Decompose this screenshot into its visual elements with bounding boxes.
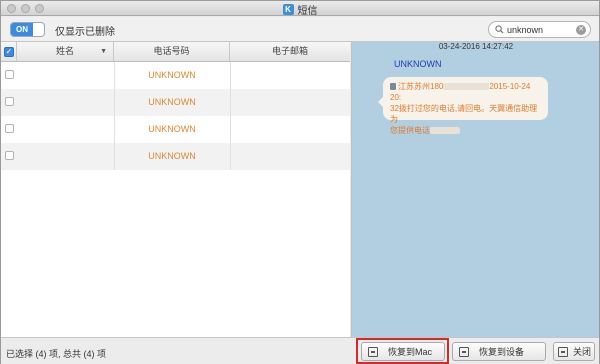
row-checkbox[interactable] xyxy=(5,97,14,106)
message-date: 03-24-2016 14:27:42 xyxy=(438,42,514,51)
column-divider xyxy=(230,62,231,89)
search-icon xyxy=(495,25,504,34)
message-sender: UNKNOWN xyxy=(394,59,442,69)
header-phone[interactable]: 电话号码 xyxy=(114,42,230,61)
search-box[interactable]: ✕ xyxy=(488,21,591,38)
header-name[interactable]: 姓名 ▼ xyxy=(17,42,114,61)
app-icon: K xyxy=(282,4,294,15)
message-text-part3: 32拨打过您的电话,请回电。天翼通信助理为 xyxy=(390,104,538,124)
deleted-only-label: 仅显示已删除 xyxy=(55,27,115,38)
restore-to-device-button[interactable]: 恢复到设备 xyxy=(452,342,546,361)
title-bar: K 短信 xyxy=(1,1,599,17)
table-row[interactable]: UNKNOWN xyxy=(1,143,350,170)
column-divider xyxy=(230,143,231,170)
restore-to-device-label: 恢复到设备 xyxy=(479,347,525,357)
table-row[interactable]: UNKNOWN xyxy=(1,116,350,143)
header-email[interactable]: 电子邮箱 xyxy=(230,42,350,61)
toggle-on-label: ON xyxy=(11,23,33,36)
table-header: ✓ 姓名 ▼ 电话号码 电子邮箱 xyxy=(1,42,350,62)
table-row[interactable]: UNKNOWN xyxy=(1,62,350,89)
header-name-label: 姓名 xyxy=(55,46,74,56)
row-phone: UNKNOWN xyxy=(148,151,196,161)
message-bubble: 江苏苏州180 2015-10-24 20: 32拨打过您的电话,请回电。天翼通信… xyxy=(378,77,548,135)
toolbar: ON 仅显示已删除 ✕ xyxy=(1,17,599,42)
restore-icon xyxy=(459,346,469,357)
selection-summary: 已选择 (4) 项, 总共 (4) 项 xyxy=(6,349,107,359)
window-title: K 短信 xyxy=(1,2,599,17)
message-list: ✓ 姓名 ▼ 电话号码 电子邮箱 UNKNOWN UNKNOWN UNKNOWN… xyxy=(1,42,350,337)
row-phone: UNKNOWN xyxy=(148,124,196,134)
exit-icon xyxy=(558,346,568,357)
clear-search-icon[interactable]: ✕ xyxy=(576,25,586,35)
window-title-text: 短信 xyxy=(297,6,318,17)
redacted-number xyxy=(443,83,490,91)
highlight-frame xyxy=(356,338,449,364)
search-input[interactable] xyxy=(507,23,573,36)
select-all-checkbox[interactable]: ✓ xyxy=(4,47,14,57)
row-checkbox[interactable] xyxy=(5,124,14,133)
status-bar: 已选择 (4) 项, 总共 (4) 项 恢复到Mac 恢复到设备 关闭 xyxy=(1,337,599,364)
close-button[interactable]: 关闭 xyxy=(553,342,595,361)
message-text: 江苏苏州180 2015-10-24 20: 32拨打过您的电话,请回电。天翼通信… xyxy=(390,81,542,136)
row-checkbox[interactable] xyxy=(5,151,14,160)
message-text-part1: 江苏苏州180 xyxy=(398,82,444,91)
row-phone: UNKNOWN xyxy=(148,70,196,80)
sim-card-icon xyxy=(390,83,396,90)
redacted-number xyxy=(430,127,460,135)
window: K 短信 ON 仅显示已删除 ✕ ✓ 姓名 ▼ 电话号码 xyxy=(0,0,600,364)
message-detail: 03-24-2016 14:27:42 UNKNOWN 江苏苏州180 2015-… xyxy=(351,42,599,337)
deleted-only-toggle[interactable]: ON xyxy=(10,22,45,37)
column-divider xyxy=(230,116,231,143)
row-phone: UNKNOWN xyxy=(148,97,196,107)
row-checkbox[interactable] xyxy=(5,70,14,79)
sort-down-icon[interactable]: ▼ xyxy=(100,42,107,61)
header-select-all[interactable]: ✓ xyxy=(1,42,17,61)
message-text-part4: 您提供电话 xyxy=(390,126,430,135)
table-row[interactable]: UNKNOWN xyxy=(1,89,350,116)
close-label: 关闭 xyxy=(573,347,592,357)
column-divider xyxy=(230,89,231,116)
